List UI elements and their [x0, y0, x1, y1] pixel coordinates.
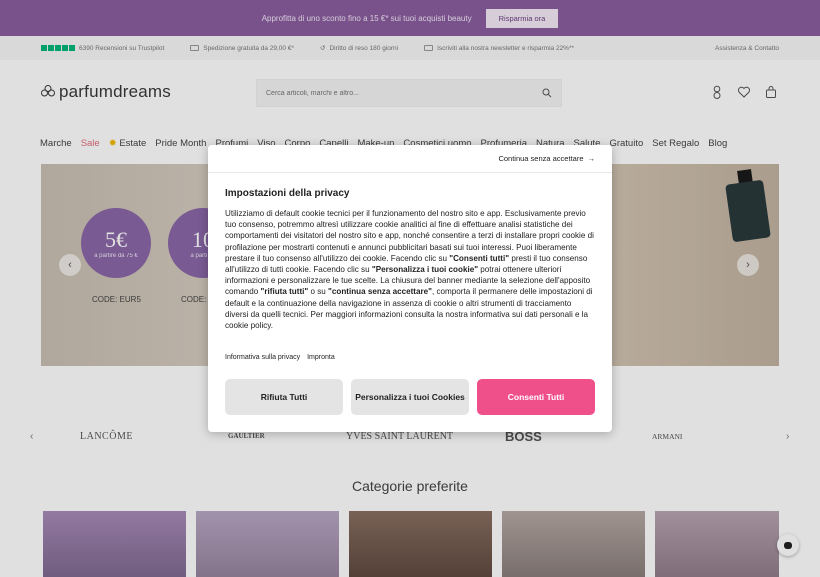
dialog-title: Impostazioni della privacy — [225, 188, 350, 199]
dialog-body-emphasis: "continua senza accettare" — [328, 287, 432, 297]
dialog-links: Informativa sulla privacy Impronta — [225, 354, 335, 361]
continue-without-accepting-button[interactable]: Continua senza accettare → — [498, 154, 595, 163]
reject-all-button[interactable]: Rifiuta Tutti — [225, 379, 343, 415]
dialog-body-emphasis: "Personalizza i tuoi cookie" — [371, 265, 479, 275]
dialog-body-text: Utilizziamo di default cookie tecnici pe… — [225, 208, 595, 331]
accept-all-button[interactable]: Consenti Tutti — [477, 379, 595, 415]
continue-label: Continua senza accettare — [498, 154, 584, 163]
customize-cookies-button[interactable]: Personalizza i tuoi Cookies — [351, 379, 469, 415]
imprint-link[interactable]: Impronta — [307, 354, 335, 361]
dialog-body-emphasis: "rifiuta tutti" — [260, 287, 309, 297]
dialog-body-emphasis: "Consenti tutti" — [449, 253, 510, 263]
cookie-consent-dialog: Continua senza accettare → Impostazioni … — [208, 145, 612, 432]
dialog-body-segment: o su — [308, 287, 329, 297]
arrow-right-icon: → — [587, 154, 596, 163]
dialog-header: Continua senza accettare → — [208, 145, 612, 173]
privacy-policy-link[interactable]: Informativa sulla privacy — [225, 354, 300, 361]
